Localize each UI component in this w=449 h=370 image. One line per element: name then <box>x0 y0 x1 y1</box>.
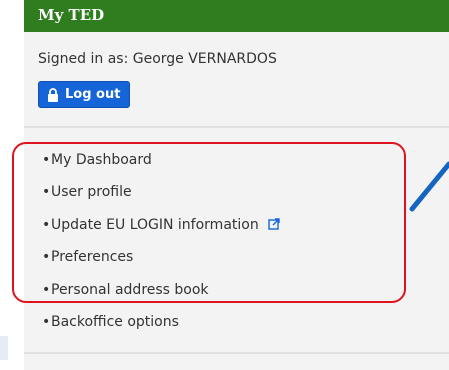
left-pane-tint <box>0 336 8 360</box>
panel-title: My TED <box>38 6 105 24</box>
left-pane <box>0 0 24 368</box>
menu-item-label: Backoffice options <box>51 314 179 330</box>
bullet: • <box>42 217 51 233</box>
bullet: • <box>42 282 51 298</box>
menu-item-update-eu-login[interactable]: •Update EU LOGIN information <box>42 215 280 235</box>
bullet: • <box>42 249 51 265</box>
menu-item-label: User profile <box>51 184 132 200</box>
logout-button[interactable]: Log out <box>38 81 130 108</box>
menu-item-label: Preferences <box>51 249 134 265</box>
menu-item-label: My Dashboard <box>51 152 152 168</box>
panel-header: My TED <box>24 0 449 32</box>
menu-item-personal-address-book[interactable]: •Personal address book <box>42 280 209 300</box>
menu-item-preferences[interactable]: •Preferences <box>42 247 133 267</box>
menu-item-label: Update EU LOGIN information <box>51 217 259 233</box>
menu-item-user-profile[interactable]: •User profile <box>42 182 132 202</box>
lock-icon <box>48 87 58 102</box>
menu-item-label: Personal address book <box>51 282 209 298</box>
user-box: Signed in as: George VERNARDOS Log out <box>24 32 449 118</box>
external-link-icon <box>268 218 280 230</box>
next-section <box>24 352 449 370</box>
menu-item-backoffice-options[interactable]: •Backoffice options <box>42 312 179 332</box>
account-menu: •My Dashboard •User profile •Update EU L… <box>24 128 449 338</box>
menu-item-my-dashboard[interactable]: •My Dashboard <box>42 150 152 170</box>
bullet: • <box>42 152 51 168</box>
bullet: • <box>42 314 51 330</box>
bullet: • <box>42 184 51 200</box>
signed-in-text: Signed in as: George VERNARDOS <box>38 51 277 67</box>
logout-label: Log out <box>65 87 121 102</box>
my-ted-panel: My TED Signed in as: George VERNARDOS Lo… <box>24 0 449 370</box>
